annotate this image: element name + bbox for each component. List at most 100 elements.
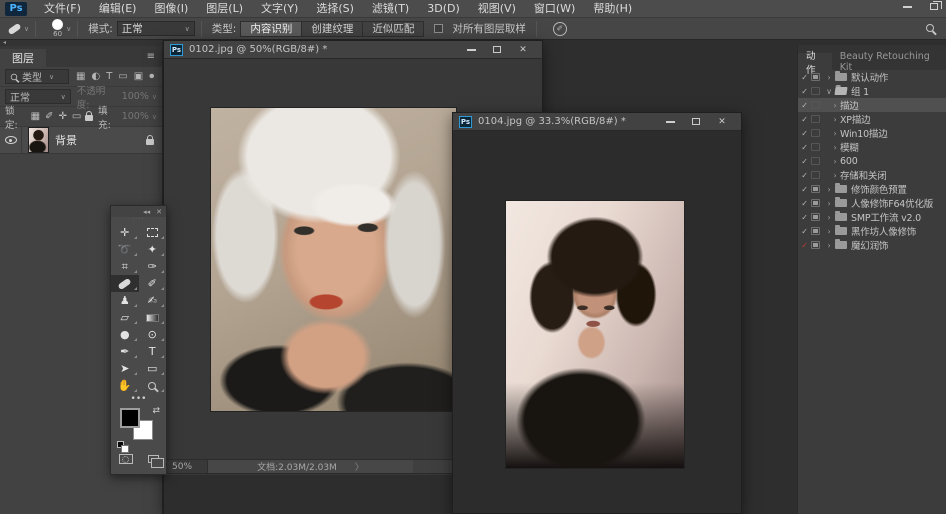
panel-menu-icon[interactable]: ≡ (147, 51, 155, 62)
close-icon[interactable]: ✕ (156, 208, 162, 216)
action-check-icon[interactable]: ✓ (798, 213, 811, 222)
action-check-icon[interactable]: ✓ (798, 157, 811, 166)
layer-visibility-toggle[interactable] (0, 127, 22, 154)
default-colors-icon[interactable] (117, 441, 124, 448)
lock-image-pixels-icon[interactable]: ✐ (45, 111, 53, 122)
action-row-10[interactable]: ✓›SMP工作流 v2.0 (798, 210, 946, 224)
action-check-icon[interactable]: ✓ (798, 73, 811, 82)
action-dialog-toggle[interactable] (811, 129, 820, 137)
menu-item-6[interactable]: 滤镜(T) (363, 2, 418, 15)
fill-value[interactable]: 100% (122, 111, 149, 122)
action-dialog-toggle[interactable] (811, 213, 820, 221)
pen-tool[interactable]: ✒ (111, 343, 139, 360)
sample-all-layers-checkbox[interactable] (434, 24, 443, 33)
action-dialog-toggle[interactable] (811, 87, 820, 95)
action-dialog-toggle[interactable] (811, 171, 820, 179)
action-row-4[interactable]: ✓›Win10描边 (798, 126, 946, 140)
layer-thumbnail[interactable] (29, 128, 48, 152)
menu-item-3[interactable]: 图层(L) (197, 2, 252, 15)
dodge-tool[interactable]: ⊙ (139, 326, 167, 343)
layer-row-background[interactable]: 背景 (0, 127, 162, 154)
action-row-3[interactable]: ✓›XP描边 (798, 112, 946, 126)
move-tool[interactable]: ✛ (111, 224, 139, 241)
action-check-icon[interactable]: ✓ (798, 101, 811, 110)
tab-beauty-retouching-kit[interactable]: Beauty Retouching Kit (832, 53, 946, 70)
minimize-icon[interactable] (903, 6, 912, 8)
action-row-2[interactable]: ✓›描边 (798, 98, 946, 112)
menu-item-4[interactable]: 文字(Y) (252, 2, 307, 15)
menu-item-8[interactable]: 视图(V) (469, 2, 525, 15)
quick-selection-tool[interactable]: ✦ (139, 241, 167, 258)
menu-item-2[interactable]: 图像(I) (145, 2, 197, 15)
search-icon[interactable] (926, 24, 934, 32)
minimize-button[interactable] (458, 42, 484, 58)
zoom-tool[interactable] (139, 377, 167, 394)
menu-item-0[interactable]: 文件(F) (35, 2, 90, 15)
maximize-button[interactable] (484, 42, 510, 58)
hand-tool[interactable]: ✋ (111, 377, 139, 394)
menu-item-1[interactable]: 编辑(E) (90, 2, 146, 15)
action-row-11[interactable]: ✓›黑作坊人像修饰 (798, 224, 946, 238)
action-row-8[interactable]: ✓›修饰颜色预置 (798, 182, 946, 196)
expand-arrow-icon[interactable]: › (824, 199, 834, 208)
action-dialog-toggle[interactable] (811, 157, 820, 165)
expand-arrow-icon[interactable]: › (830, 129, 840, 138)
lock-all-icon[interactable] (85, 115, 93, 121)
path-selection-tool[interactable]: ➤ (111, 360, 139, 377)
crop-tool[interactable]: ⌗ (111, 258, 139, 275)
filter-shape-layers-icon[interactable]: ▭ (118, 71, 127, 82)
action-check-icon[interactable]: ✓ (798, 185, 811, 194)
blur-tool[interactable]: ● (111, 326, 139, 343)
action-check-icon[interactable]: ✓ (798, 115, 811, 124)
menu-item-5[interactable]: 选择(S) (307, 2, 363, 15)
doc1-titlebar[interactable]: Ps 0102.jpg @ 50%(RGB/8#) * ✕ (164, 41, 542, 59)
edit-toolbar-ellipsis[interactable]: ••• (111, 394, 166, 406)
expand-arrow-icon[interactable]: › (830, 171, 840, 180)
action-check-icon[interactable]: ✓ (798, 171, 811, 180)
lock-artboard-icon[interactable]: ▭ (72, 111, 81, 122)
lasso-tool[interactable]: ➰ (111, 241, 139, 258)
brush-preset-picker[interactable]: 60 (52, 19, 63, 38)
layer-filter-select[interactable]: 类型 ∨ (5, 69, 69, 84)
tool-preset-picker[interactable]: ∨ (8, 25, 29, 33)
action-row-7[interactable]: ✓›存储和关闭 (798, 168, 946, 182)
action-dialog-toggle[interactable] (811, 199, 820, 207)
opacity-value[interactable]: 100% (122, 91, 149, 102)
spot-healing-brush-tool[interactable] (111, 275, 139, 292)
type-tool[interactable]: T (139, 343, 167, 360)
type-button-1[interactable]: 创建纹理 (301, 21, 362, 37)
lock-position-icon[interactable]: ✛ (58, 111, 66, 122)
maximize-button[interactable] (683, 114, 709, 130)
foreground-color-swatch[interactable] (120, 408, 140, 428)
mode-select[interactable]: 正常 ∨ (117, 21, 195, 36)
expand-arrow-icon[interactable]: › (830, 143, 840, 152)
tab-actions[interactable]: 动作 (798, 53, 832, 70)
tablet-pressure-icon[interactable]: ✐ (553, 22, 567, 36)
action-check-icon[interactable]: ✓ (798, 241, 811, 250)
action-dialog-toggle[interactable] (811, 185, 820, 193)
action-check-icon[interactable]: ✓ (798, 199, 811, 208)
action-row-6[interactable]: ✓›600 (798, 154, 946, 168)
gradient-tool[interactable] (139, 309, 167, 326)
expand-arrow-icon[interactable]: › (830, 101, 840, 110)
action-check-icon[interactable]: ✓ (798, 87, 811, 96)
canvas-image-0102[interactable] (211, 108, 456, 411)
menu-item-10[interactable]: 帮助(H) (584, 2, 641, 15)
expand-arrow-icon[interactable]: › (824, 73, 834, 82)
drag-grip[interactable]: ···· (111, 217, 166, 224)
action-row-12[interactable]: ✓›魔幻润饰 (798, 238, 946, 252)
menu-item-7[interactable]: 3D(D) (418, 2, 469, 15)
action-dialog-toggle[interactable] (811, 73, 820, 81)
filter-type-layers-icon[interactable]: T (106, 71, 112, 82)
filter-smart-objects-icon[interactable]: ▣ (134, 71, 143, 82)
type-button-0[interactable]: 内容识别 (240, 21, 301, 37)
action-check-icon[interactable]: ✓ (798, 129, 811, 138)
action-check-icon[interactable]: ✓ (798, 143, 811, 152)
tab-layers[interactable]: 图层 (0, 49, 46, 67)
expand-arrow-icon[interactable]: › (830, 157, 840, 166)
close-button[interactable]: ✕ (510, 42, 536, 58)
restore-icon[interactable] (930, 3, 938, 10)
action-dialog-toggle[interactable] (811, 227, 820, 235)
expand-arrow-icon[interactable]: › (824, 227, 834, 236)
minimize-button[interactable] (657, 114, 683, 130)
